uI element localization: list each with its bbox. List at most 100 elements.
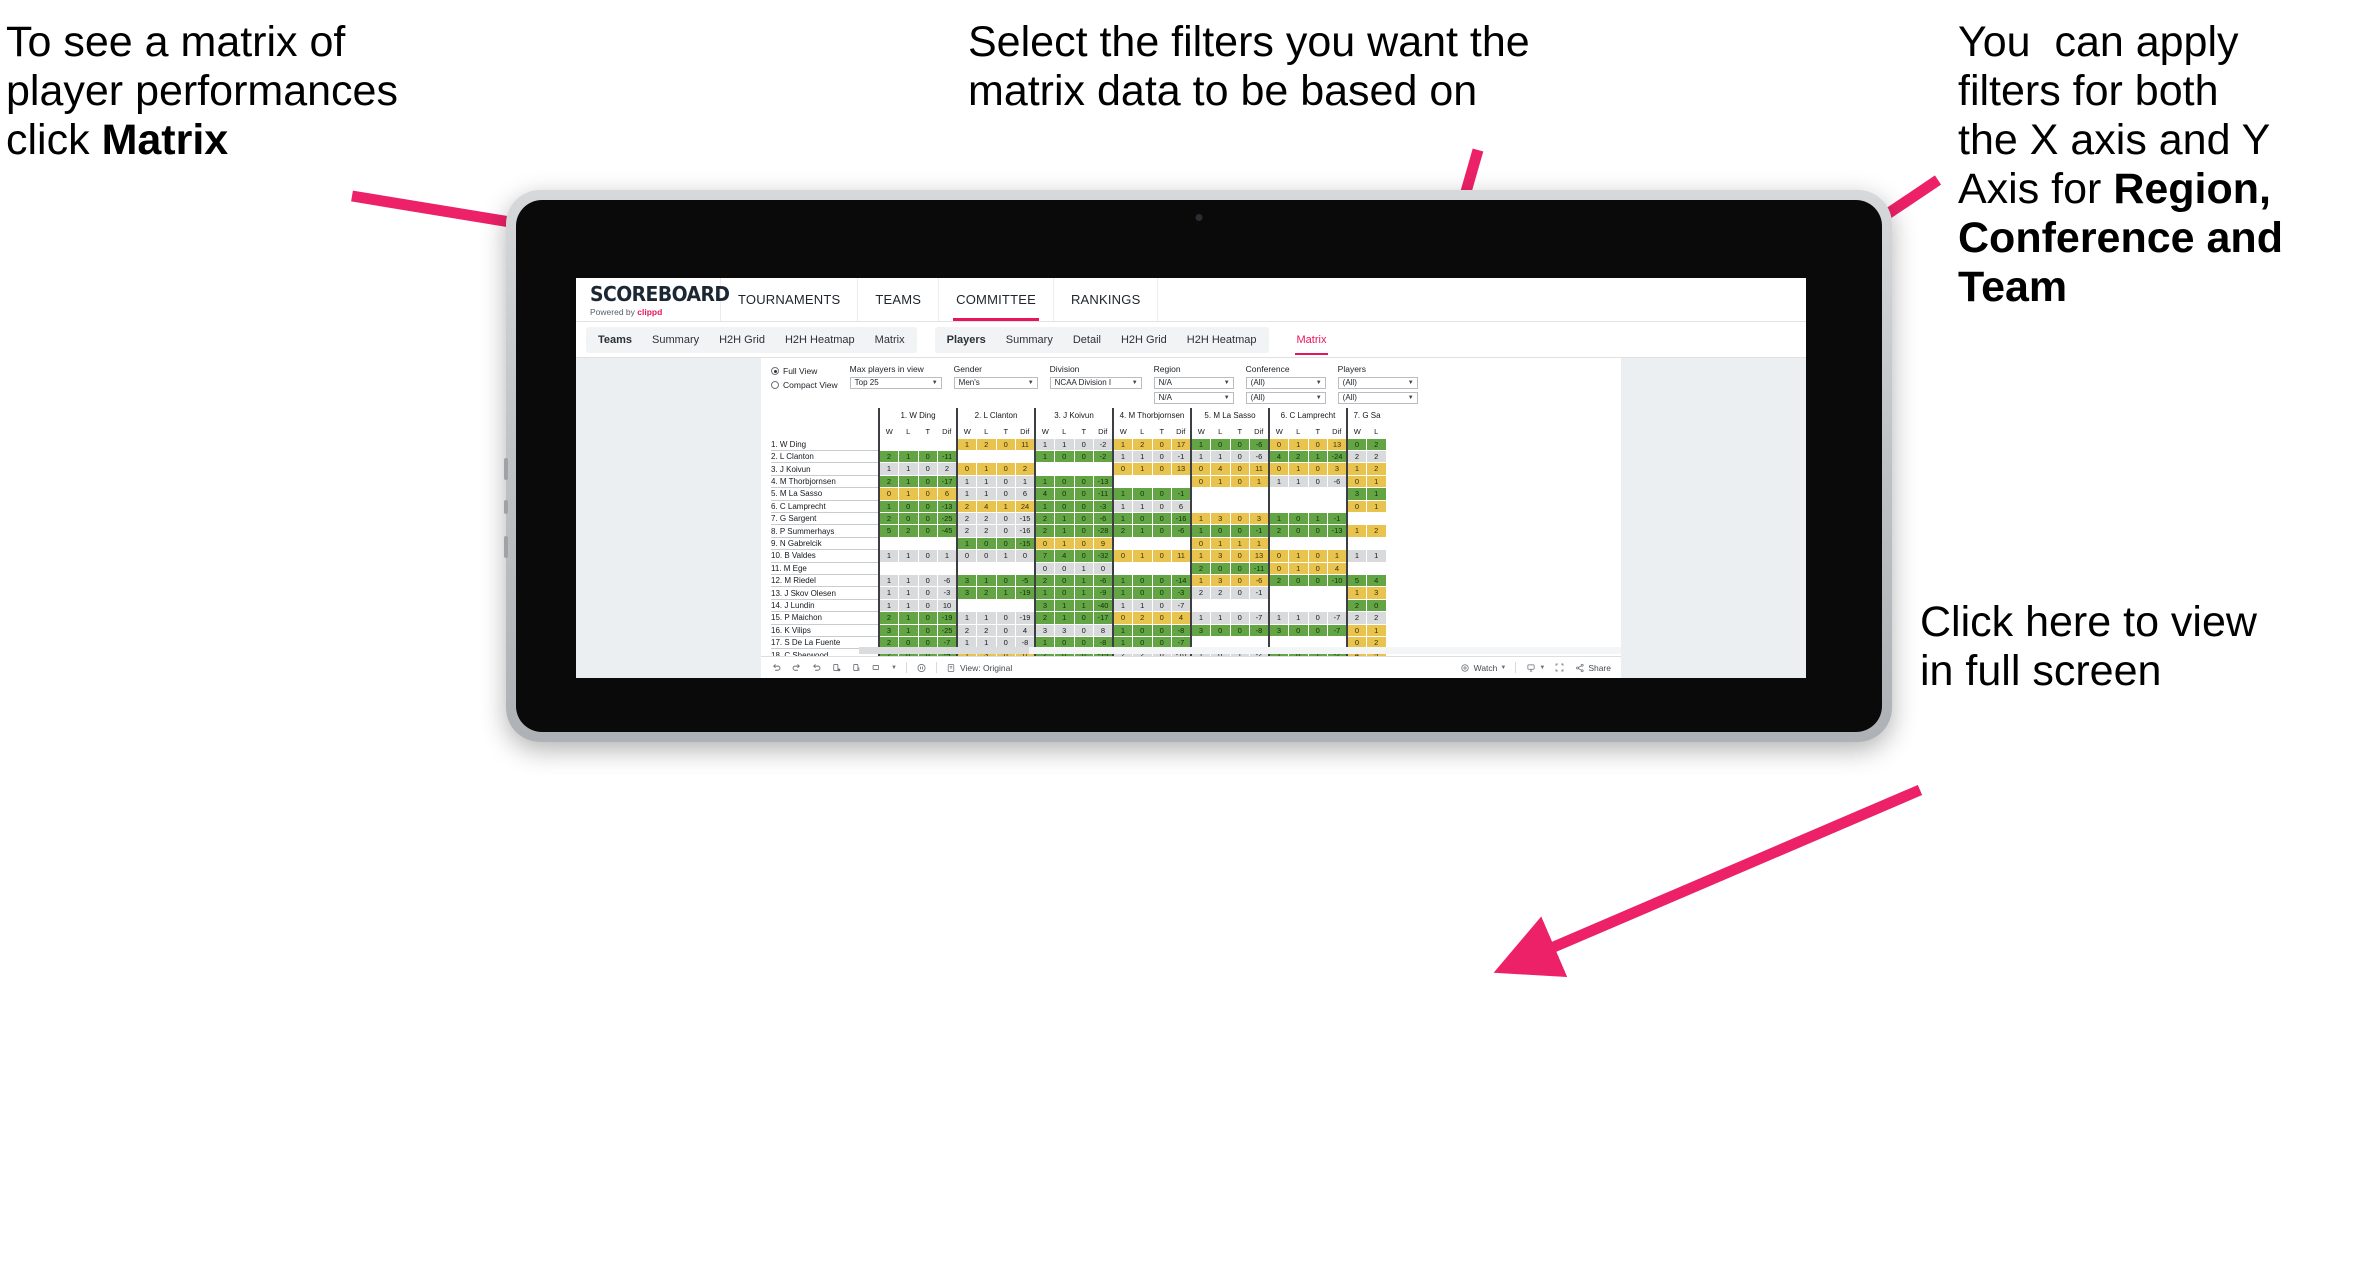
matrix-cell[interactable]: 0 xyxy=(918,611,938,625)
matrix-column-header[interactable]: 5. M La Sasso xyxy=(1190,407,1269,424)
matrix-cell[interactable]: 1 xyxy=(976,475,997,489)
subnav-item-teams-h2h-heatmap[interactable]: H2H Heatmap xyxy=(775,327,865,353)
matrix-cell[interactable]: 1 xyxy=(878,549,899,563)
matrix-cell[interactable]: 1 xyxy=(1288,462,1309,476)
matrix-cell[interactable]: 3 xyxy=(1268,624,1289,638)
matrix-cell[interactable]: 4 xyxy=(1034,487,1055,501)
matrix-cell[interactable]: 0 xyxy=(976,537,997,551)
matrix-cell[interactable]: 1 xyxy=(898,450,919,464)
matrix-cell[interactable]: -7 xyxy=(1249,611,1270,625)
matrix-cell[interactable]: 2 xyxy=(956,524,977,538)
matrix-cell[interactable]: -3 xyxy=(1093,500,1114,513)
matrix-cell[interactable]: 0 xyxy=(1074,487,1094,501)
matrix-cell[interactable]: 2 xyxy=(878,475,899,489)
matrix-cell[interactable]: 0 xyxy=(1346,500,1367,513)
matrix-cell[interactable] xyxy=(1015,562,1036,575)
matrix-cell[interactable] xyxy=(1112,475,1133,489)
matrix-cell[interactable]: 0 xyxy=(1288,512,1309,526)
matrix-cell[interactable]: 2 xyxy=(976,624,997,638)
matrix-cell[interactable]: 1 xyxy=(878,500,899,513)
matrix-cell[interactable]: 17 xyxy=(1171,438,1192,451)
matrix-cell[interactable]: 0 xyxy=(1346,438,1367,451)
matrix-cell[interactable]: 0 xyxy=(1074,450,1094,464)
matrix-cell[interactable]: 1 xyxy=(898,487,919,501)
resume-refresh-icon[interactable] xyxy=(851,662,862,673)
matrix-cell[interactable]: 3 xyxy=(1210,512,1231,526)
matrix-cell[interactable]: 3 xyxy=(956,586,977,600)
matrix-cell[interactable]: 0 xyxy=(878,487,899,501)
matrix-row-label[interactable]: 5. M La Sasso xyxy=(771,487,879,501)
pause-auto-update-icon[interactable] xyxy=(916,662,927,673)
radio-compact-view[interactable]: Compact View xyxy=(771,380,838,390)
subnav-item-teams-matrix[interactable]: Matrix xyxy=(865,327,915,353)
view-original-button[interactable]: View: Original xyxy=(946,662,1012,673)
matrix-cell[interactable] xyxy=(1327,537,1348,551)
matrix-cell[interactable]: 0 xyxy=(996,611,1016,625)
matrix-cell[interactable]: 0 xyxy=(1230,512,1250,526)
matrix-cell[interactable]: 10 xyxy=(937,599,958,613)
matrix-cell[interactable]: 4 xyxy=(1327,562,1348,575)
matrix-cell[interactable]: -14 xyxy=(1171,574,1192,588)
matrix-cell[interactable]: 0 xyxy=(996,574,1016,588)
matrix-cell[interactable] xyxy=(1132,537,1153,551)
dropdown-region-y[interactable]: N/A ▼ xyxy=(1153,391,1234,404)
matrix-cell[interactable]: 1 xyxy=(1074,574,1094,588)
matrix-cell[interactable]: 0 xyxy=(1152,549,1172,563)
matrix-cell[interactable]: 2 xyxy=(1366,462,1387,476)
refresh-options-icon[interactable] xyxy=(871,662,882,673)
matrix-cell[interactable]: -32 xyxy=(1093,549,1114,563)
matrix-cell[interactable]: 0 xyxy=(1210,524,1231,538)
dropdown-gender[interactable]: Men's ▼ xyxy=(953,376,1038,389)
matrix-cell[interactable]: 0 xyxy=(1152,462,1172,476)
matrix-cell[interactable] xyxy=(1327,487,1348,501)
matrix-cell[interactable] xyxy=(1327,586,1348,600)
matrix-cell[interactable] xyxy=(956,450,977,464)
matrix-cell[interactable]: 1 xyxy=(1132,462,1153,476)
matrix-cell[interactable]: 6 xyxy=(1015,487,1036,501)
matrix-cell[interactable] xyxy=(1230,487,1250,501)
matrix-cell[interactable]: 0 xyxy=(1268,549,1289,563)
matrix-cell[interactable]: 1 xyxy=(898,586,919,600)
matrix-cell[interactable]: 0 xyxy=(918,549,938,563)
topnav-item-teams[interactable]: TEAMS xyxy=(858,278,940,321)
matrix-cell[interactable]: 0 xyxy=(996,512,1016,526)
matrix-cell[interactable]: 0 xyxy=(976,549,997,563)
matrix-cell[interactable]: 3 xyxy=(878,624,899,638)
matrix-cell[interactable]: -1 xyxy=(1249,586,1270,600)
matrix-cell[interactable]: 1 xyxy=(1190,450,1211,464)
matrix-cell[interactable] xyxy=(878,537,899,551)
horizontal-scrollbar[interactable] xyxy=(859,647,1621,654)
matrix-cell[interactable]: 0 xyxy=(1074,611,1094,625)
matrix-cell[interactable] xyxy=(1288,537,1309,551)
matrix-cell[interactable]: 1 xyxy=(1210,611,1231,625)
matrix-cell[interactable]: 2 xyxy=(1268,574,1289,588)
matrix-cell[interactable]: 0 xyxy=(1366,599,1387,613)
matrix-cell[interactable]: -13 xyxy=(1093,475,1114,489)
matrix-cell[interactable]: 1 xyxy=(956,438,977,451)
matrix-cell[interactable]: 11 xyxy=(1171,549,1192,563)
matrix-cell[interactable]: 0 xyxy=(1268,462,1289,476)
matrix-row-label[interactable]: 1. W Ding xyxy=(771,438,879,451)
matrix-cell[interactable] xyxy=(1015,450,1036,464)
matrix-cell[interactable]: 11 xyxy=(1249,462,1270,476)
matrix-cell[interactable]: -6 xyxy=(1093,574,1114,588)
matrix-cell[interactable] xyxy=(1152,562,1172,575)
matrix-cell[interactable] xyxy=(1210,500,1231,513)
matrix-row-label[interactable]: 15. P Maichon xyxy=(771,611,879,625)
matrix-cell[interactable]: 3 xyxy=(1327,462,1348,476)
matrix-cell[interactable]: -13 xyxy=(1327,524,1348,538)
subnav-item-players-detail[interactable]: Detail xyxy=(1063,327,1111,353)
matrix-cell[interactable]: 0 xyxy=(1112,611,1133,625)
matrix-cell[interactable]: 1 xyxy=(1112,574,1133,588)
matrix-cell[interactable] xyxy=(898,562,919,575)
device-layout-button[interactable]: ▼ xyxy=(1525,662,1545,673)
matrix-cell[interactable]: 24 xyxy=(1015,500,1036,513)
matrix-cell[interactable]: 1 xyxy=(1288,611,1309,625)
matrix-cell[interactable] xyxy=(1230,599,1250,613)
matrix-cell[interactable]: 0 xyxy=(1074,438,1094,451)
dropdown-division[interactable]: NCAA Division I ▼ xyxy=(1049,376,1142,389)
matrix-cell[interactable]: 0 xyxy=(1230,549,1250,563)
matrix-cell[interactable]: 1 xyxy=(1288,438,1309,451)
matrix-cell[interactable] xyxy=(1308,599,1328,613)
matrix-cell[interactable] xyxy=(1308,487,1328,501)
